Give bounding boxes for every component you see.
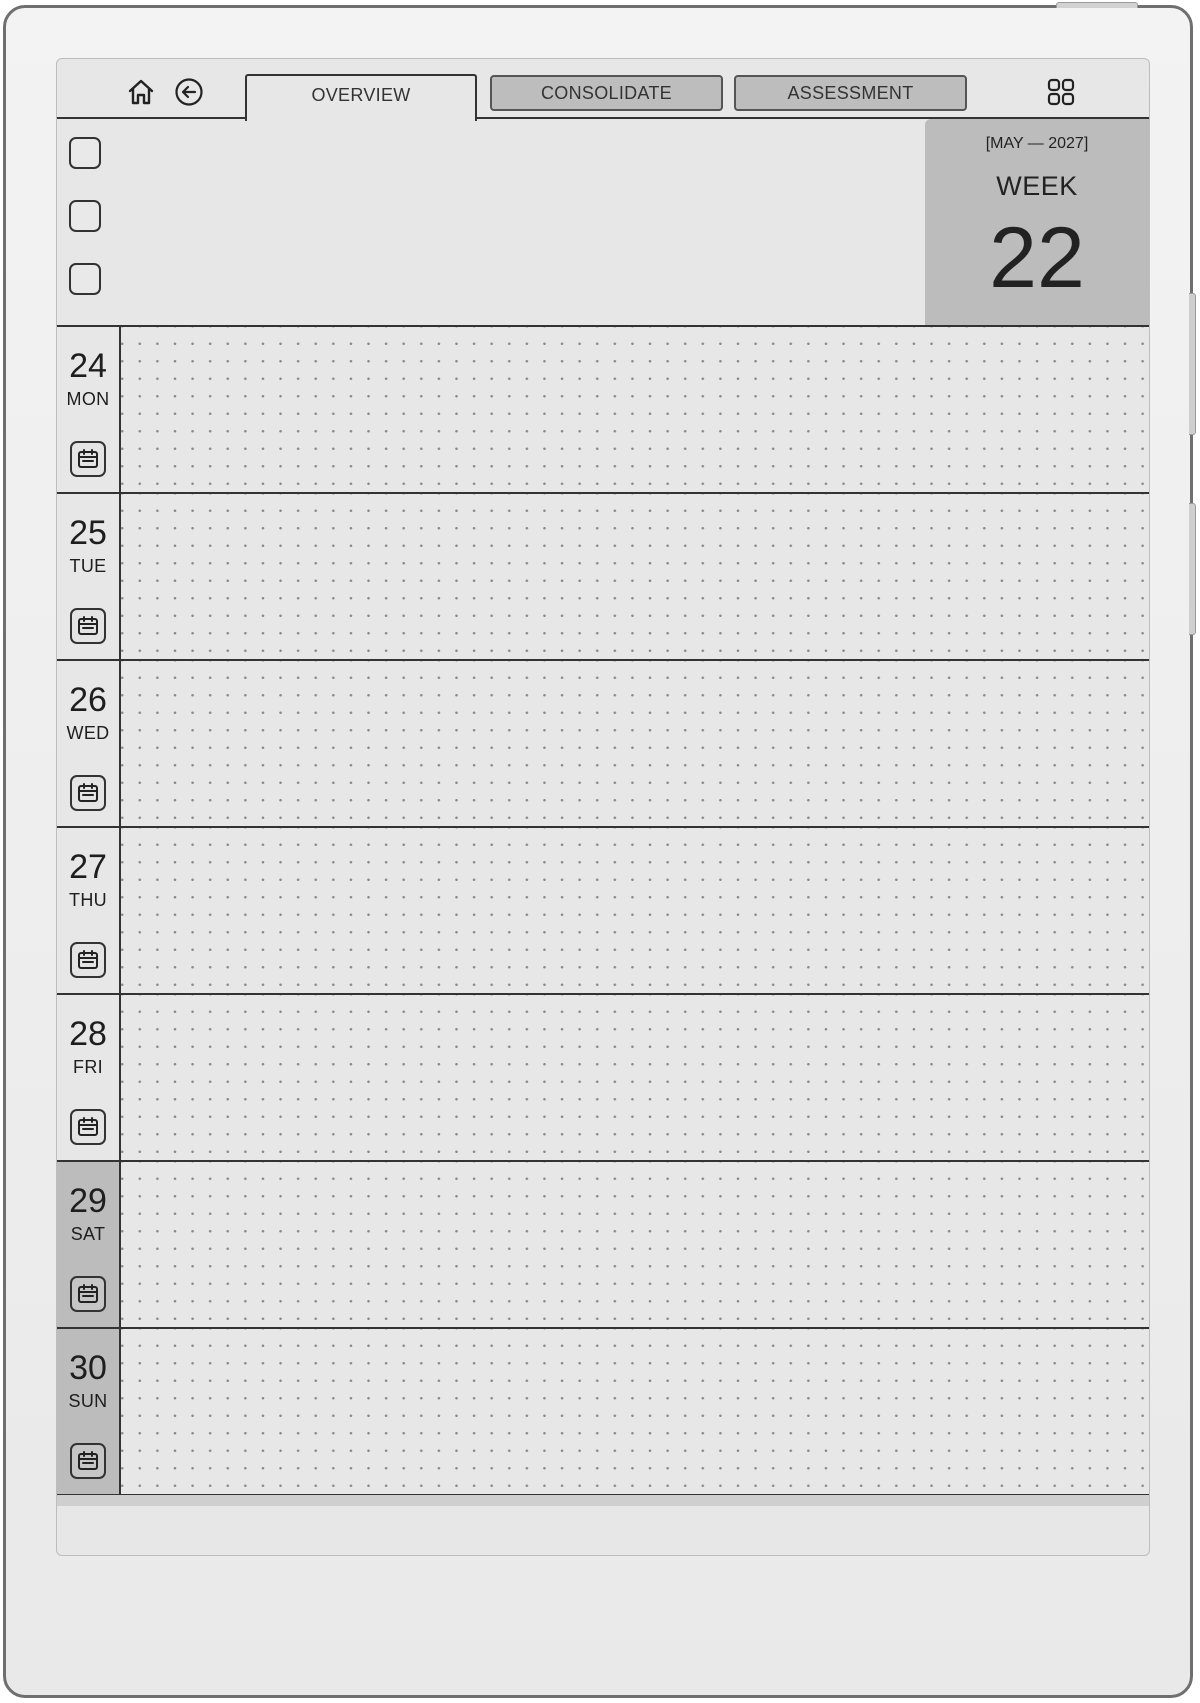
month-year-label: [MAY — 2027]: [985, 135, 1089, 152]
calendar-button[interactable]: [70, 608, 106, 644]
week-label: WEEK: [996, 171, 1078, 201]
day-number: 28: [69, 1015, 107, 1053]
calendar-button[interactable]: [70, 441, 106, 477]
side-button-lower: [1189, 503, 1196, 635]
calendar-icon: [78, 616, 98, 635]
day-label: 30 SUN: [57, 1329, 121, 1494]
week-indicator[interactable]: [MAY — 2027] WEEK 22: [925, 119, 1149, 325]
calendar-button[interactable]: [70, 942, 106, 978]
dot-grid-notes[interactable]: [121, 828, 1149, 993]
home-icon[interactable]: [125, 76, 157, 108]
dot-grid-notes[interactable]: [121, 494, 1149, 659]
dot-grid-notes[interactable]: [121, 327, 1149, 492]
day-label: 27 THU: [57, 828, 121, 993]
tablet-device: OVERVIEW CONSOLIDATE ASSESSMENT [MAY — 2…: [3, 2, 1196, 1698]
day-name: MON: [66, 389, 110, 409]
day-label: 29 SAT: [57, 1162, 121, 1327]
calendar-button[interactable]: [70, 775, 106, 811]
day-name: THU: [69, 890, 107, 910]
day-name: SUN: [68, 1391, 108, 1411]
calendar-icon: [78, 1284, 98, 1303]
day-name: TUE: [69, 556, 107, 576]
priority-checkbox-1[interactable]: [69, 137, 101, 169]
day-number: 26: [69, 681, 107, 719]
day-label: 28 FRI: [57, 995, 121, 1160]
footer-strip: [57, 1495, 1149, 1506]
day-label: 26 WED: [57, 661, 121, 826]
back-arrow-icon[interactable]: [173, 76, 205, 108]
dot-grid-notes[interactable]: [121, 1329, 1149, 1494]
dot-grid-notes[interactable]: [121, 1162, 1149, 1327]
calendar-icon: [78, 1451, 98, 1470]
toolbar: OVERVIEW CONSOLIDATE ASSESSMENT: [57, 59, 1149, 121]
calendar-icon: [78, 1117, 98, 1136]
day-number: 25: [69, 514, 107, 552]
grid-menu-icon[interactable]: [1045, 76, 1077, 108]
calendar-button[interactable]: [70, 1443, 106, 1479]
day-row-sat: 29 SAT: [57, 1162, 1149, 1329]
tab-consolidate[interactable]: CONSOLIDATE: [490, 75, 723, 111]
planner-screen: OVERVIEW CONSOLIDATE ASSESSMENT [MAY — 2…: [56, 58, 1150, 1556]
day-row-mon: 24 MON: [57, 327, 1149, 494]
day-number: 27: [69, 848, 107, 886]
day-row-thu: 27 THU: [57, 828, 1149, 995]
day-list: 24 MON 25 TUE 26 WED 27 THU 28 FRI 29 SA…: [57, 327, 1149, 1496]
priority-checkbox-3[interactable]: [69, 263, 101, 295]
day-row-sun: 30 SUN: [57, 1329, 1149, 1496]
day-label: 25 TUE: [57, 494, 121, 659]
calendar-button[interactable]: [70, 1276, 106, 1312]
day-row-fri: 28 FRI: [57, 995, 1149, 1162]
dot-grid-notes[interactable]: [121, 661, 1149, 826]
calendar-button[interactable]: [70, 1109, 106, 1145]
side-button-upper: [1189, 293, 1196, 435]
day-row-wed: 26 WED: [57, 661, 1149, 828]
day-label: 24 MON: [57, 327, 121, 492]
day-row-tue: 25 TUE: [57, 494, 1149, 661]
day-number: 30: [69, 1349, 107, 1387]
week-header: [MAY — 2027] WEEK 22: [57, 119, 1149, 327]
day-number: 24: [69, 347, 107, 385]
calendar-icon: [78, 783, 98, 802]
power-button: [1056, 2, 1138, 8]
day-name: FRI: [73, 1057, 103, 1077]
day-number: 29: [69, 1182, 107, 1220]
day-name: WED: [66, 723, 110, 743]
tab-overview[interactable]: OVERVIEW: [245, 74, 477, 121]
priority-checkbox-2[interactable]: [69, 200, 101, 232]
dot-grid-notes[interactable]: [121, 995, 1149, 1160]
week-number: 22: [989, 210, 1085, 306]
calendar-icon: [78, 449, 98, 468]
calendar-icon: [78, 950, 98, 969]
tab-assessment[interactable]: ASSESSMENT: [734, 75, 967, 111]
day-name: SAT: [70, 1224, 106, 1244]
